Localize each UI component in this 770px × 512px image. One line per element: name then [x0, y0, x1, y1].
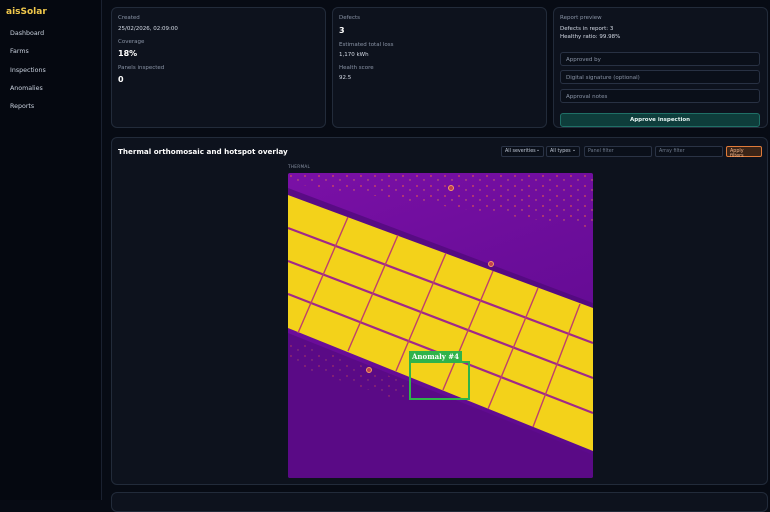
approved-by-input[interactable]: Approved by: [560, 52, 760, 66]
coverage-label: Coverage: [118, 39, 145, 45]
sidebar-item-inspections[interactable]: Inspections: [10, 67, 46, 74]
report-preview-title: Report preview: [560, 15, 602, 21]
thermal-overlay-section: Thermal orthomosaic and hotspot overlay …: [111, 137, 768, 485]
type-select-value: All types: [550, 149, 571, 154]
defects-value: 3: [339, 26, 345, 35]
coverage-value: 18%: [118, 49, 138, 58]
thermal-label: THERMAL: [288, 164, 311, 169]
estimated-loss-value: 1,170 kWh: [339, 52, 369, 58]
defects-label: Defects: [339, 15, 360, 21]
created-label: Created: [118, 15, 140, 21]
report-preview-card: Report preview Defects in report: 3 Heal…: [553, 7, 768, 128]
health-score-value: 92.5: [339, 75, 352, 81]
hotspot-marker[interactable]: [448, 185, 454, 191]
panels-inspected-label: Panels inspected: [118, 65, 165, 71]
sidebar-item-farms[interactable]: Farms: [10, 48, 29, 55]
defects-card: Defects 3 Estimated total loss 1,170 kWh…: [332, 7, 547, 128]
estimated-loss-label: Estimated total loss: [339, 42, 394, 48]
array-filter-input[interactable]: Array filter: [655, 146, 723, 157]
section-title: Thermal orthomosaic and hotspot overlay: [118, 147, 288, 156]
panels-inspected-value: 0: [118, 75, 124, 84]
severity-select-value: All severities: [505, 149, 536, 154]
thermal-image: [288, 173, 593, 478]
chevron-down-icon: ⌄: [571, 148, 576, 153]
hotspot-marker[interactable]: [488, 261, 494, 267]
sidebar-item-reports[interactable]: Reports: [10, 103, 34, 110]
severity-select[interactable]: All severities ⌄: [501, 146, 544, 157]
type-select[interactable]: All types ⌄: [546, 146, 580, 157]
panel-filter-input[interactable]: Panel filter: [584, 146, 652, 157]
sidebar-item-anomalies[interactable]: Anomalies: [10, 85, 43, 92]
hotspot-marker[interactable]: [366, 367, 372, 373]
healthy-ratio: Healthy ratio: 99.98%: [560, 34, 621, 40]
next-section: [111, 492, 768, 512]
anomaly-bounding-box[interactable]: [409, 361, 470, 400]
brand-logo[interactable]: aisSolar: [6, 7, 47, 17]
approval-notes-input[interactable]: Approval notes: [560, 89, 760, 103]
sidebar-item-dashboard[interactable]: Dashboard: [10, 30, 44, 37]
created-value: 25/02/2026, 02:09:00: [118, 26, 178, 32]
digital-signature-input[interactable]: Digital signature (optional): [560, 70, 760, 84]
chevron-down-icon: ⌄: [535, 148, 540, 153]
thermal-orthomosaic[interactable]: Anomaly #4: [288, 173, 593, 478]
health-score-label: Health score: [339, 65, 374, 71]
approve-inspection-button[interactable]: Approve inspection: [560, 113, 760, 127]
apply-filters-button[interactable]: Apply filters: [726, 146, 762, 159]
defects-in-report: Defects in report: 3: [560, 26, 614, 32]
sidebar: aisSolar Dashboard Farms Inspections Ano…: [0, 0, 102, 500]
inspection-info-card: Created 25/02/2026, 02:09:00 Coverage 18…: [111, 7, 326, 128]
